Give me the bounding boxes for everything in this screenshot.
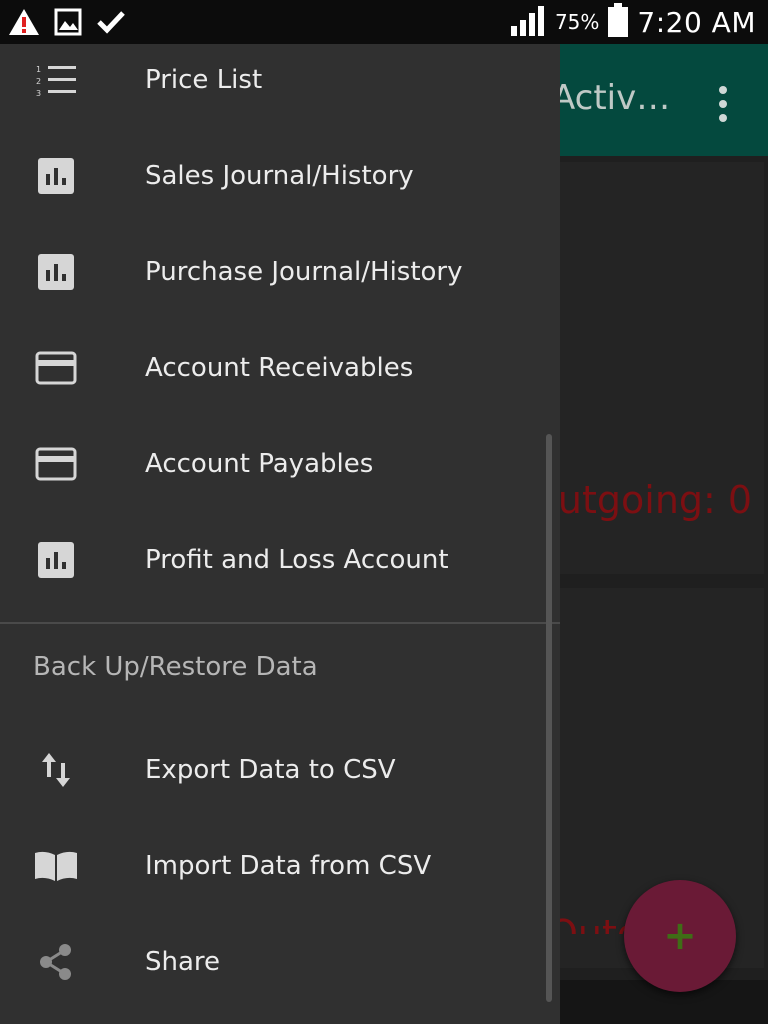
drawer-item-label: Account Receivables	[145, 353, 414, 383]
credit-card-icon	[32, 444, 80, 484]
numbered-list-icon: 1 2 3	[32, 60, 80, 100]
drawer-item-share[interactable]: Share	[0, 914, 560, 1010]
svg-text:1: 1	[36, 65, 41, 74]
book-icon	[32, 846, 80, 886]
drawer-item-profit-loss[interactable]: Profit and Loss Account	[0, 512, 560, 608]
clock: 7:20 AM	[637, 5, 756, 39]
bar-chart-icon	[32, 540, 80, 580]
drawer-item-label: Purchase Journal/History	[145, 257, 463, 287]
svg-text:3: 3	[36, 89, 41, 97]
drawer-item-account-receivables[interactable]: Account Receivables	[0, 320, 560, 416]
drawer-item-account-payables[interactable]: Account Payables	[0, 416, 560, 512]
app-title: Activ…	[552, 78, 671, 118]
svg-text:2: 2	[36, 77, 41, 86]
drawer-item-label: Price List	[145, 65, 263, 95]
image-icon	[54, 8, 82, 40]
drawer-item-export-csv[interactable]: Export Data to CSV	[0, 722, 560, 818]
drawer-item-sales-journal[interactable]: Sales Journal/History	[0, 128, 560, 224]
drawer-scrollbar[interactable]	[546, 434, 552, 1002]
plus-icon: +	[663, 913, 697, 959]
warning-icon	[8, 8, 40, 40]
drawer-item-purchase-journal[interactable]: Purchase Journal/History	[0, 224, 560, 320]
drawer-divider	[0, 622, 560, 624]
bar-chart-icon	[32, 156, 80, 196]
drawer-item-label: Import Data from CSV	[145, 851, 432, 881]
credit-card-icon	[32, 348, 80, 388]
drawer-item-label: Share	[145, 947, 221, 977]
battery-percent: 75%	[554, 10, 600, 34]
drawer-item-price-list[interactable]: 1 2 3 Price List	[0, 32, 560, 128]
status-bar: 75% 7:20 AM	[0, 0, 768, 44]
drawer-item-label: Sales Journal/History	[145, 161, 414, 191]
section-header-backup: Back Up/Restore Data	[33, 652, 318, 682]
drawer-item-import-csv[interactable]: Import Data from CSV	[0, 818, 560, 914]
overflow-menu-icon[interactable]	[716, 84, 730, 124]
drawer-item-label: Profit and Loss Account	[145, 545, 449, 575]
drawer-item-label: Account Payables	[145, 449, 374, 479]
drawer-item-label: Export Data to CSV	[145, 755, 396, 785]
check-icon	[96, 8, 126, 40]
share-icon	[32, 942, 80, 982]
battery-icon	[607, 3, 629, 41]
outgoing-label-2: Outgo	[548, 912, 628, 934]
import-export-icon	[32, 750, 80, 790]
signal-icon	[510, 4, 547, 40]
outgoing-label: Outgoing: 0	[528, 478, 753, 522]
add-fab-button[interactable]: +	[624, 880, 736, 992]
navigation-drawer: 1 2 3 Price List Sales Journal/History P…	[0, 44, 560, 1024]
bar-chart-icon	[32, 252, 80, 292]
